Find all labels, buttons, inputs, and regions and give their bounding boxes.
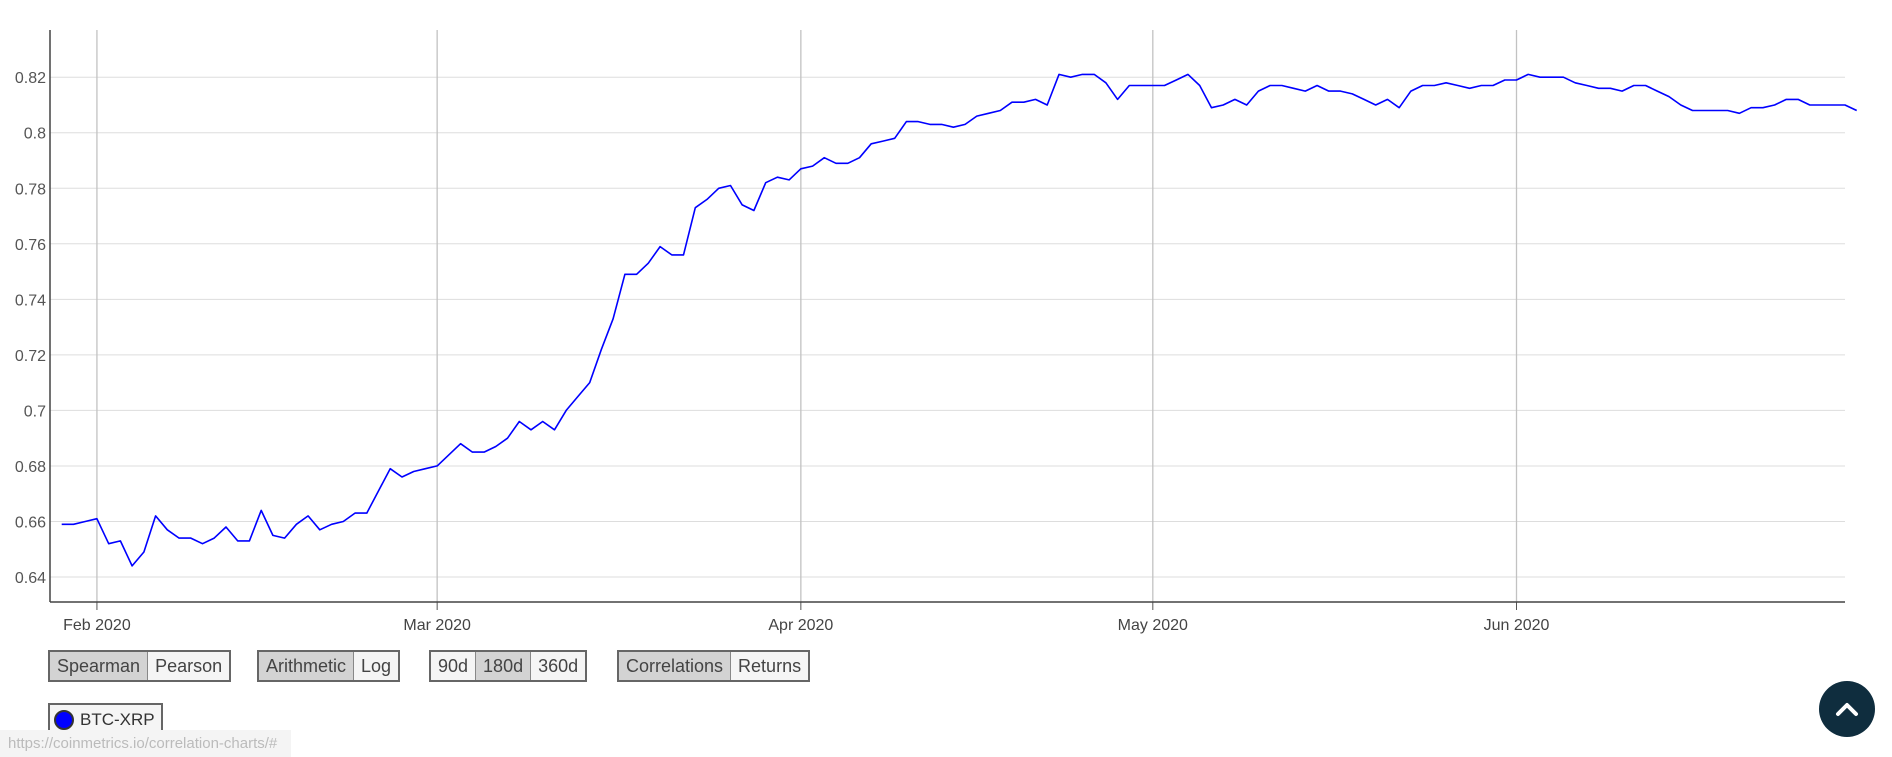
gridlines [50, 30, 1845, 610]
x-tick-label: Mar 2020 [403, 617, 471, 634]
status-bar-url: https://coinmetrics.io/correlation-chart… [0, 730, 292, 757]
y-tick-label: 0.74 [15, 292, 46, 309]
method-toggle-group: Spearman Pearson [48, 650, 232, 682]
log-button[interactable]: Log [354, 652, 399, 680]
pearson-button[interactable]: Pearson [148, 652, 230, 680]
legend-color-dot [54, 710, 74, 730]
series-layer [61, 73, 1858, 567]
y-tick-label: 0.78 [15, 181, 46, 198]
x-tick-label: Apr 2020 [768, 617, 833, 634]
returns-button[interactable]: Returns [731, 652, 809, 680]
x-tick-label: May 2020 [1118, 617, 1188, 634]
scale-toggle-group: Arithmetic Log [257, 650, 401, 682]
series-line-btc-xrp [61, 73, 1858, 567]
window-360d-button[interactable]: 360d [531, 652, 586, 680]
y-tick-label: 0.68 [15, 459, 46, 476]
spearman-button[interactable]: Spearman [50, 652, 149, 680]
y-tick-label: 0.72 [15, 348, 46, 365]
y-axis-ticks: 0.64 0.66 0.68 0.7 0.72 0.74 0.76 0.78 0.8 0.82 [15, 70, 46, 587]
y-tick-label: 0.76 [15, 237, 46, 254]
x-axis-ticks: Feb 2020 Mar 2020 Apr 2020 May 2020 Jun 2020 [63, 617, 1549, 634]
window-toggle-group: 90d 180d 360d [429, 650, 588, 682]
view-toggle-group: Correlations Returns [617, 650, 811, 682]
legend-label: BTC-XRP [80, 710, 155, 729]
scroll-to-top-button[interactable] [1819, 681, 1875, 737]
arithmetic-button[interactable]: Arithmetic [259, 652, 355, 680]
y-tick-label: 0.66 [15, 514, 46, 531]
correlation-chart: 0.64 0.66 0.68 0.7 0.72 0.74 0.76 0.78 0.8 0.82 F… [15, 30, 1858, 634]
x-tick-label: Feb 2020 [63, 617, 131, 634]
correlations-button[interactable]: Correlations [619, 652, 732, 680]
y-tick-label: 0.82 [15, 70, 46, 87]
chevron-up-icon [1836, 703, 1858, 716]
window-180d-button[interactable]: 180d [476, 652, 532, 680]
axes [49, 30, 1845, 603]
x-tick-label: Jun 2020 [1484, 617, 1550, 634]
y-tick-label: 0.7 [24, 403, 46, 420]
y-tick-label: 0.64 [15, 570, 46, 587]
window-90d-button[interactable]: 90d [431, 652, 477, 680]
y-tick-label: 0.8 [24, 126, 46, 143]
